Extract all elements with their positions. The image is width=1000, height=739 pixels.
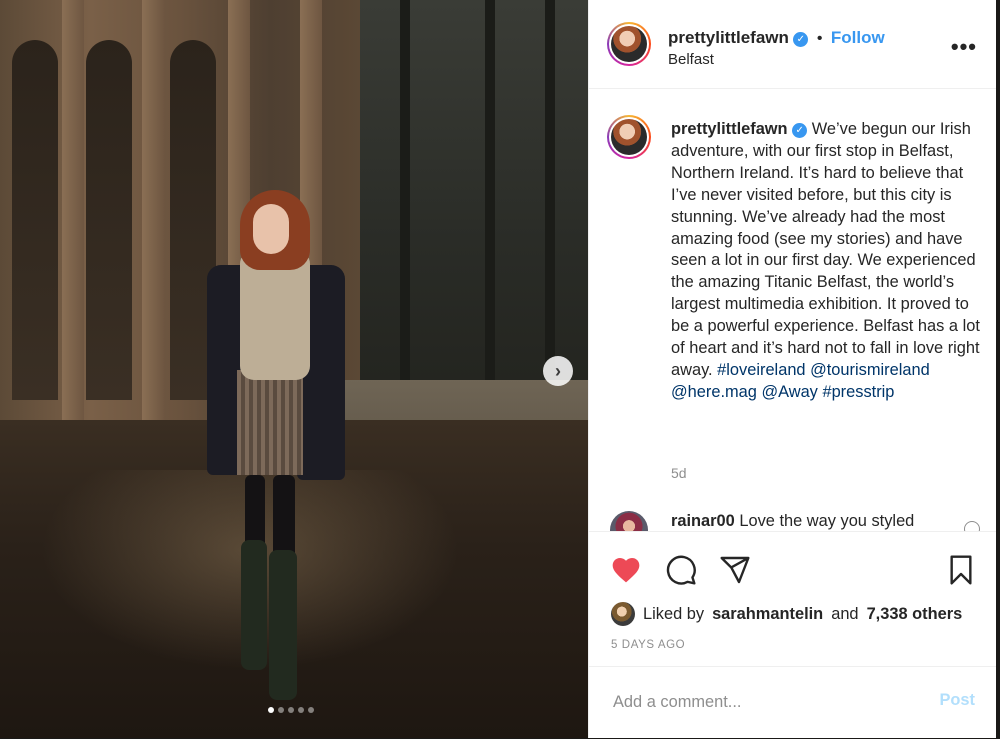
post-side-panel: prettylittlefawn ✓ • Follow Belfast ••• …: [588, 0, 997, 738]
author-avatar[interactable]: [607, 22, 651, 66]
carousel-indicator: [268, 707, 314, 713]
more-icon[interactable]: •••: [951, 34, 977, 60]
author-username[interactable]: prettylittlefawn: [668, 28, 789, 47]
likes-count[interactable]: 7,338 others: [867, 605, 963, 624]
chevron-right-icon: ›: [555, 360, 561, 381]
caption-time: 5d: [671, 465, 687, 481]
post-comment-button[interactable]: Post: [939, 691, 975, 710]
mention-link[interactable]: @here.mag: [671, 383, 757, 401]
woman-figure: [205, 190, 355, 700]
window-frame: [545, 0, 555, 400]
post-photo[interactable]: ›: [0, 0, 588, 738]
like-comment-icon[interactable]: [960, 517, 984, 531]
comment-icon[interactable]: [665, 554, 697, 586]
post-actions: Liked by sarahmantelin and 7,338 others …: [589, 531, 997, 667]
caption-avatar[interactable]: [607, 115, 651, 159]
heart-filled-icon[interactable]: [610, 554, 642, 586]
carousel-dot: [298, 707, 304, 713]
comment-input[interactable]: [611, 687, 915, 717]
liker-avatar[interactable]: [611, 602, 635, 626]
mention-link[interactable]: @tourismireland: [810, 361, 930, 379]
share-icon[interactable]: [719, 554, 751, 586]
commenter-avatar[interactable]: [610, 511, 648, 531]
post-caption: prettylittlefawn ✓ We’ve begun our Irish…: [671, 119, 981, 404]
next-slide-button[interactable]: ›: [543, 356, 573, 386]
post-date[interactable]: 5 DAYS AGO: [611, 639, 685, 651]
arch: [86, 40, 132, 400]
avatar: [611, 26, 647, 62]
arch: [12, 40, 58, 400]
carousel-dot: [288, 707, 294, 713]
verified-icon: ✓: [792, 123, 808, 139]
hashtag-link[interactable]: #loveireland: [717, 361, 805, 379]
bookmark-icon[interactable]: [945, 554, 977, 586]
caption-body: We’ve begun our Irish adventure, with ou…: [671, 120, 980, 379]
mention-link[interactable]: @Away: [761, 383, 817, 401]
comments-list[interactable]: prettylittlefawn ✓ We’ve begun our Irish…: [589, 89, 997, 531]
caption-username[interactable]: prettylittlefawn: [671, 120, 788, 138]
liker-username[interactable]: sarahmantelin: [712, 605, 823, 624]
likes-connector: and: [831, 604, 859, 623]
window-frame: [400, 0, 410, 400]
location-link[interactable]: Belfast: [668, 51, 714, 68]
window-frame: [485, 0, 495, 400]
separator-dot: •: [816, 30, 823, 47]
add-comment-bar: Post: [589, 666, 997, 739]
hashtag-link[interactable]: #presstrip: [822, 383, 894, 401]
comment-text: Love the way you styled: [739, 512, 915, 530]
comment-username[interactable]: rainar00: [671, 512, 735, 530]
follow-button[interactable]: Follow: [831, 28, 885, 47]
window-edge: [996, 0, 1000, 738]
carousel-dot: [278, 707, 284, 713]
carousel-dot: [308, 707, 314, 713]
carousel-dot: [268, 707, 274, 713]
post-header: prettylittlefawn ✓ • Follow Belfast •••: [589, 0, 997, 89]
verified-icon: ✓: [793, 32, 809, 47]
avatar: [611, 119, 647, 155]
likes-summary: Liked by sarahmantelin and 7,338 others: [611, 602, 962, 626]
likes-prefix: Liked by: [643, 604, 705, 623]
